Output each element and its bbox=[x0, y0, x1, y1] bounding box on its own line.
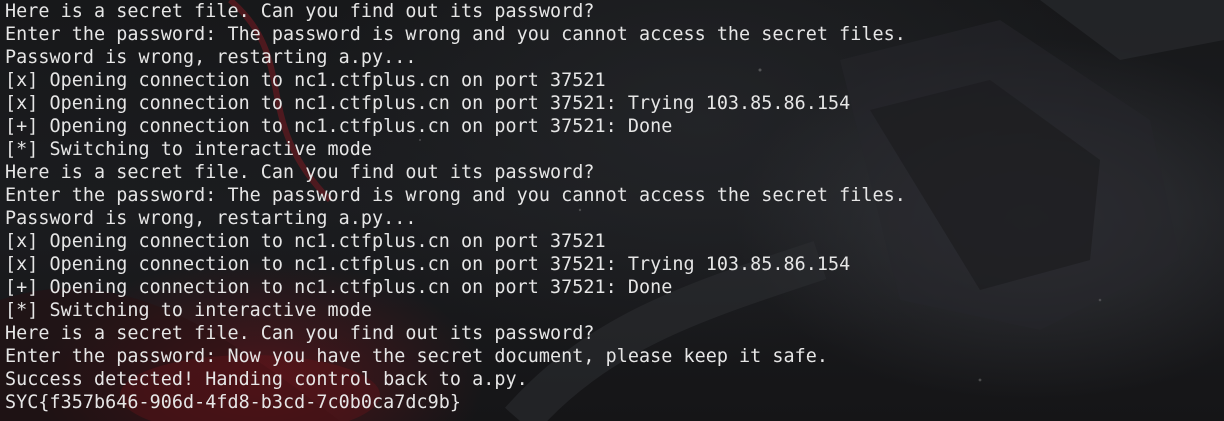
terminal-line: [x] Opening connection to nc1.ctfplus.cn… bbox=[5, 254, 851, 275]
terminal-line: Enter the password: The password is wron… bbox=[5, 24, 906, 45]
terminal-line: [x] Opening connection to nc1.ctfplus.cn… bbox=[5, 70, 606, 91]
terminal-line: Success detected! Handing control back t… bbox=[5, 369, 528, 390]
terminal-line: Here is a secret file. Can you find out … bbox=[5, 323, 595, 344]
terminal-line: Here is a secret file. Can you find out … bbox=[5, 1, 595, 22]
terminal-line: [x] Opening connection to nc1.ctfplus.cn… bbox=[5, 93, 851, 114]
terminal-line: Password is wrong, restarting a.py... bbox=[5, 208, 417, 229]
terminal-line: [+] Opening connection to nc1.ctfplus.cn… bbox=[5, 277, 673, 298]
terminal-line: [*] Switching to interactive mode bbox=[5, 139, 373, 160]
terminal-line: [+] Opening connection to nc1.ctfplus.cn… bbox=[5, 116, 673, 137]
terminal-line: Here is a secret file. Can you find out … bbox=[5, 162, 595, 183]
terminal-line: SYC{f357b646-906d-4fd8-b3cd-7c0b0ca7dc9b… bbox=[5, 392, 462, 413]
terminal-window[interactable]: Here is a secret file. Can you find out … bbox=[0, 0, 1224, 421]
terminal-line: [x] Opening connection to nc1.ctfplus.cn… bbox=[5, 231, 606, 252]
terminal-line: Password is wrong, restarting a.py... bbox=[5, 47, 417, 68]
terminal-line: [*] Switching to interactive mode bbox=[5, 300, 373, 321]
terminal-output: Here is a secret file. Can you find out … bbox=[5, 0, 906, 414]
terminal-line: Enter the password: Now you have the sec… bbox=[5, 346, 829, 367]
terminal-line: Enter the password: The password is wron… bbox=[5, 185, 906, 206]
